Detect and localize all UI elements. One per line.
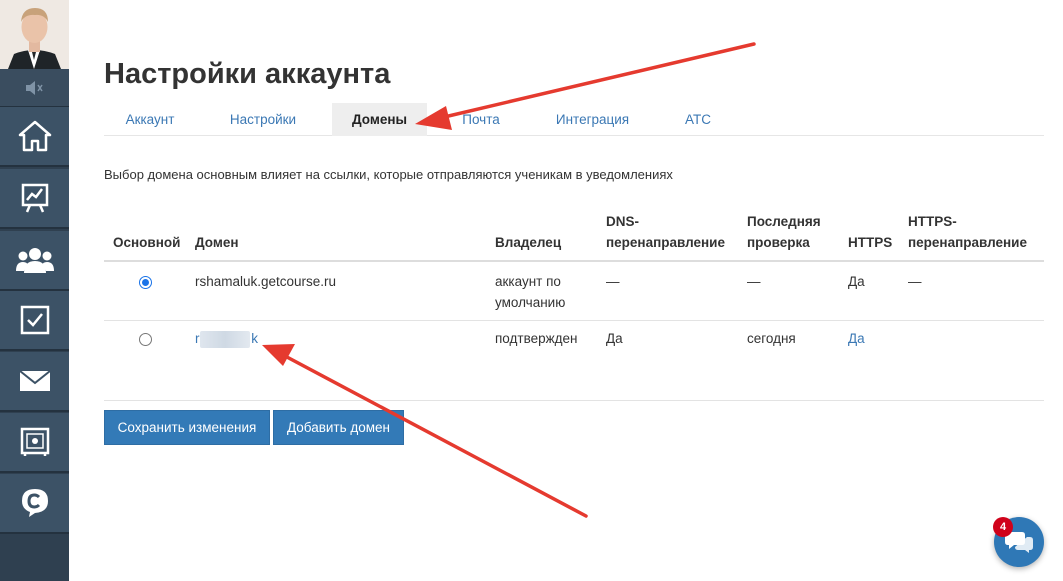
domain-info-text: Выбор домена основным влияет на ссылки, … <box>104 167 673 182</box>
tab-domains[interactable]: Домены <box>332 103 427 136</box>
https-link[interactable]: Да <box>848 328 865 349</box>
sidebar-item-mail[interactable] <box>0 352 69 412</box>
redacted-domain-mask <box>200 331 250 348</box>
sidebar-item-safe[interactable] <box>0 413 69 473</box>
table-row-divider <box>104 320 1044 321</box>
avatar[interactable] <box>0 0 69 69</box>
page-title: Настройки аккаунта <box>104 58 391 90</box>
domain-name: rshamaluk.getcourse.ru <box>195 274 337 289</box>
tab-ats[interactable]: АТС <box>674 103 722 136</box>
domain-owner: аккаунт по умолчанию <box>495 274 566 310</box>
tab-settings[interactable]: Настройки <box>208 103 318 136</box>
sound-toggle[interactable] <box>0 69 69 107</box>
dns-redirect-value: — <box>606 274 620 289</box>
home-icon <box>18 120 51 152</box>
add-domain-button[interactable]: Добавить домен <box>273 410 404 445</box>
chart-icon <box>21 183 48 213</box>
column-header-dns: DNS- перенаправление <box>606 214 725 250</box>
table-bottom-divider <box>104 400 1044 401</box>
users-icon <box>15 248 54 273</box>
sidebar <box>0 0 69 581</box>
last-check-value: — <box>747 274 761 289</box>
column-header-owner: Владелец <box>495 235 562 250</box>
column-header-domain: Домен <box>195 235 239 250</box>
last-check-value: сегодня <box>747 331 796 346</box>
dns-redirect-value: Да <box>606 331 623 346</box>
speaker-icon <box>25 80 43 95</box>
column-header-https: HTTPS <box>848 235 893 250</box>
column-header-last-check: Последняя проверка <box>747 214 821 250</box>
tab-integration[interactable]: Интеграция <box>544 103 641 136</box>
safe-icon <box>20 427 49 456</box>
primary-domain-radio[interactable] <box>139 276 152 289</box>
sidebar-item-home[interactable] <box>0 107 69 167</box>
sidebar-item-tasks[interactable] <box>0 291 69 351</box>
column-header-https-redirect: HTTPS- перенаправление <box>908 214 1027 250</box>
getcourse-logo-icon <box>21 489 48 517</box>
column-header-main: Основной <box>113 235 181 250</box>
primary-domain-radio[interactable] <box>139 333 152 346</box>
tab-mail[interactable]: Почта <box>449 103 513 136</box>
save-changes-button[interactable]: Сохранить изменения <box>104 410 270 445</box>
chat-unread-badge: 4 <box>993 517 1013 537</box>
tasks-icon <box>20 305 49 335</box>
table-header-divider <box>104 260 1044 262</box>
sidebar-item-analytics[interactable] <box>0 169 69 229</box>
sidebar-item-getcourse[interactable] <box>0 474 69 534</box>
https-value: Да <box>848 274 865 289</box>
tab-bar: Аккаунт Настройки Домены Почта Интеграци… <box>104 103 1044 136</box>
mail-icon <box>18 370 51 391</box>
domain-owner: подтвержден <box>495 331 578 346</box>
app: Настройки аккаунта Аккаунт Настройки Дом… <box>0 0 1063 581</box>
sidebar-item-users[interactable] <box>0 231 69 291</box>
https-redirect-value: — <box>908 274 922 289</box>
tab-account[interactable]: Аккаунт <box>104 103 196 136</box>
